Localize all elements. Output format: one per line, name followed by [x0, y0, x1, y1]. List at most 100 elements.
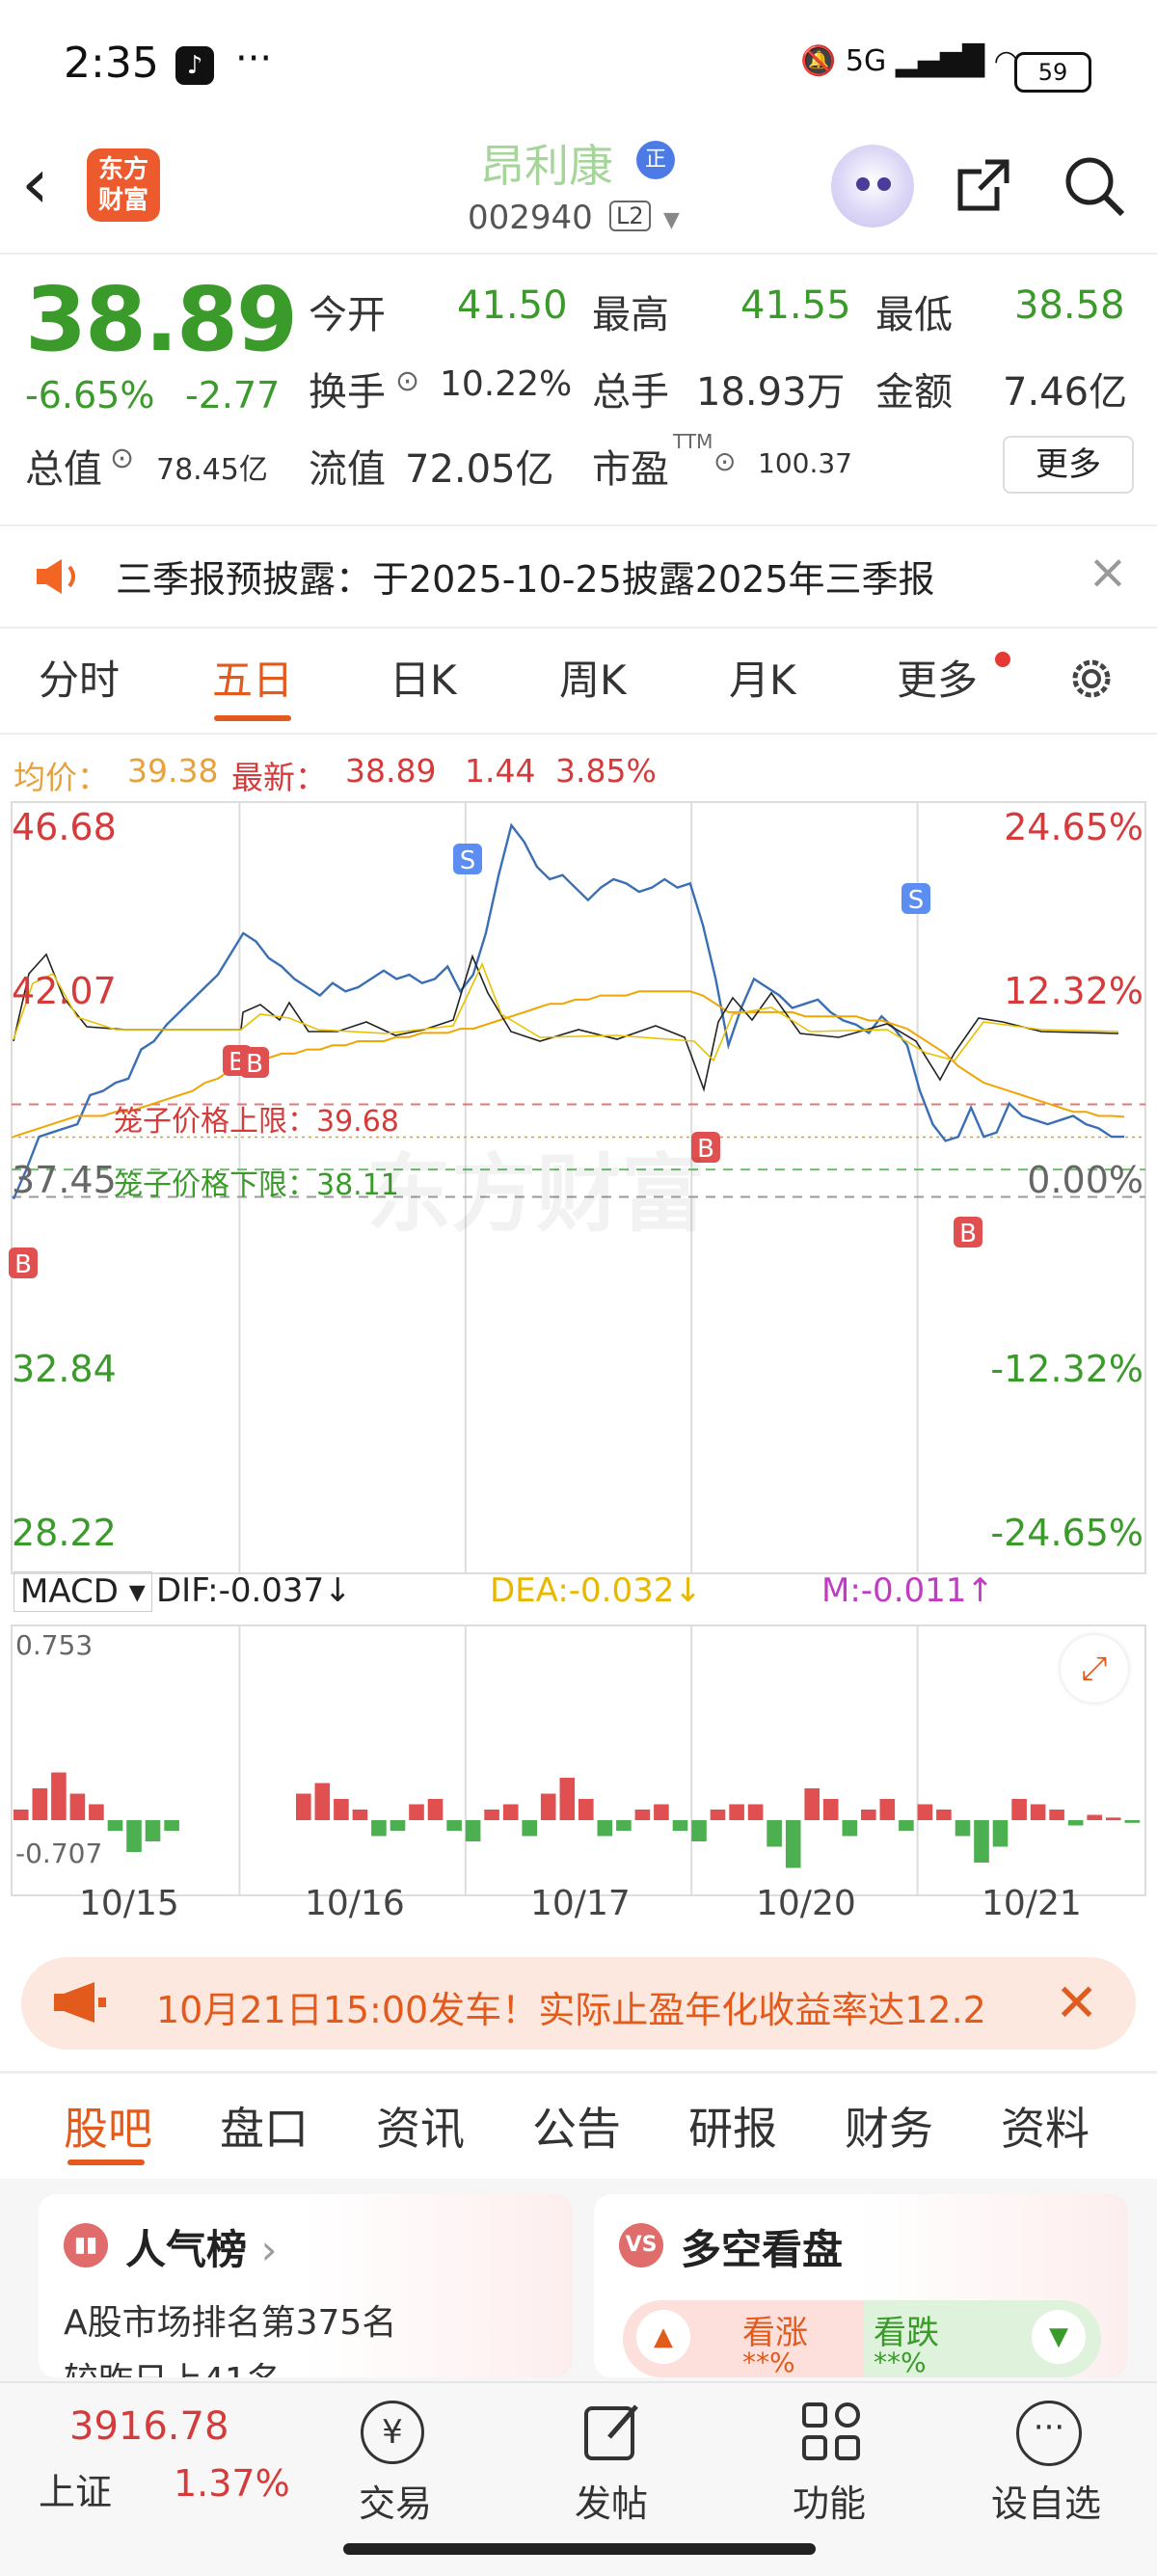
bull-bear-card[interactable]: VS 多空看盘 ▲ 看涨 **% 看跌 **% ▼	[594, 2194, 1128, 2377]
chart-bars-icon: ▮▮	[64, 2223, 108, 2267]
macd-bar	[465, 1820, 481, 1841]
tab-daily-k[interactable]: 日K	[390, 648, 457, 707]
tab-monthly-k[interactable]: 月K	[729, 648, 796, 707]
rank-text: A股市场排名第375名	[64, 2303, 397, 2343]
macd-selector[interactable]: MACD ▾	[13, 1571, 152, 1612]
info-icon[interactable]: ⊙	[713, 445, 736, 477]
avg-value: 39.38	[127, 752, 219, 790]
macd-bar	[296, 1793, 311, 1820]
share-icon[interactable]	[953, 154, 1014, 216]
back-button[interactable]: ‹	[21, 148, 49, 218]
subtab-finance[interactable]: 财务	[845, 2094, 933, 2158]
chevron-down-icon[interactable]: ▼	[663, 208, 680, 232]
vote-down-value: **%	[874, 2347, 927, 2377]
macd-bar	[371, 1820, 387, 1837]
signal-icons: 🔕 5G ▂▄▆█ ◠	[800, 44, 1019, 78]
search-icon[interactable]	[1061, 152, 1128, 220]
open-label: 今开	[309, 293, 386, 337]
vote-up-value: **%	[742, 2347, 795, 2377]
battery-icon: 59	[1014, 52, 1091, 93]
macd-bar	[484, 1810, 499, 1820]
expand-icon[interactable]: ⤢	[1061, 1635, 1128, 1703]
tab-weekly-k[interactable]: 周K	[559, 648, 627, 707]
macd-bar	[1049, 1810, 1064, 1820]
tab-more[interactable]: 更多	[897, 648, 978, 707]
app-logo[interactable]: 东方 财富	[87, 148, 160, 222]
macd-bar	[804, 1788, 820, 1820]
more-button[interactable]: 更多	[1003, 436, 1134, 494]
status-badge: 正	[636, 141, 675, 179]
tab-intraday[interactable]: 分时	[39, 648, 120, 707]
info-icon[interactable]: ⊙	[110, 442, 134, 475]
close-icon[interactable]: ×	[1088, 544, 1128, 600]
subtab-orderbook[interactable]: 盘口	[220, 2094, 309, 2158]
date-label: 10/20	[756, 1884, 856, 1923]
clock: 2:35	[64, 39, 159, 88]
nav-add-watchlist[interactable]: 设自选	[991, 2474, 1101, 2527]
index-name[interactable]: 上证	[39, 2462, 112, 2515]
macd-bar	[69, 1793, 86, 1820]
nav-trade[interactable]: 交易	[359, 2474, 432, 2527]
vote-down-button[interactable]: 看跌 **% ▼	[864, 2300, 1101, 2377]
macd-bar	[1105, 1817, 1121, 1821]
vote-up-button[interactable]: ▲ 看涨 **%	[623, 2300, 864, 2377]
stock-name: 昂利康	[480, 140, 613, 192]
nav-functions[interactable]: 功能	[793, 2474, 866, 2527]
y-tick-right-3: -12.32%	[990, 1348, 1144, 1390]
sell-marker-label: S	[908, 886, 925, 915]
subtab-research[interactable]: 研报	[688, 2094, 777, 2158]
macd-bar	[974, 1820, 989, 1863]
date-label: 10/16	[305, 1884, 405, 1923]
vs-icon: VS	[619, 2223, 663, 2267]
y-tick-right-4: -24.65%	[990, 1512, 1144, 1554]
y-tick-left-0: 46.68	[12, 806, 117, 848]
tab-five-day[interactable]: 五日	[212, 648, 293, 707]
macd-bar	[672, 1820, 688, 1831]
index-percent[interactable]: 1.37%	[174, 2462, 290, 2505]
pe-label: 市盈	[592, 447, 669, 492]
index-value[interactable]: 3916.78	[69, 2404, 229, 2449]
close-icon[interactable]: ✕	[1055, 1972, 1098, 2033]
macd-bar	[729, 1804, 744, 1820]
macd-bar	[899, 1820, 914, 1831]
gear-icon[interactable]	[1064, 652, 1118, 706]
amount-label: 金额	[875, 370, 953, 415]
subtab-announcements[interactable]: 公告	[532, 2094, 621, 2158]
date-label: 10/15	[79, 1884, 179, 1923]
more-circle-icon[interactable]: ···	[1016, 2401, 1082, 2466]
macd-bar	[1011, 1799, 1027, 1820]
macd-bar	[710, 1810, 726, 1820]
nav-post[interactable]: 发帖	[575, 2474, 648, 2527]
macd-bar	[107, 1820, 123, 1831]
info-icon[interactable]: ⊙	[395, 364, 419, 398]
active-subtab-indicator	[67, 2160, 145, 2165]
y-tick-right-1: 12.32%	[1004, 970, 1144, 1012]
macd-bar	[822, 1799, 839, 1820]
macd-bar	[917, 1804, 933, 1820]
yen-icon[interactable]: ¥	[361, 2401, 424, 2464]
popularity-card[interactable]: ▮▮ 人气榜 › A股市场排名第375名 较昨日上41名	[39, 2194, 573, 2377]
subtab-news[interactable]: 资讯	[376, 2094, 465, 2158]
speaker-icon	[37, 559, 75, 594]
macd-bar	[879, 1799, 896, 1820]
cage-lower-label: 笼子价格下限：38.11	[114, 1168, 399, 1202]
notice-bar[interactable]: 三季报预披露：于2025-10-25披露2025年三季报 ×	[0, 524, 1157, 629]
assistant-robot-icon[interactable]	[831, 145, 914, 228]
subtab-profile[interactable]: 资料	[1001, 2094, 1090, 2158]
macd-bar	[502, 1804, 519, 1820]
mktcap-value: 78.45亿	[156, 453, 268, 487]
five-day-chart[interactable]: BB BSBSB	[0, 791, 1157, 1899]
grid-apps-icon[interactable]	[800, 2401, 862, 2462]
turnover-label: 换手	[309, 370, 386, 415]
amount-value: 7.46亿	[1003, 370, 1128, 415]
macd-bar	[446, 1820, 462, 1831]
macd-bar	[352, 1810, 368, 1820]
macd-bar	[654, 1804, 669, 1820]
macd-bar	[1124, 1820, 1141, 1823]
level2-badge[interactable]: L2	[609, 201, 651, 231]
subtab-forum[interactable]: 股吧	[64, 2094, 152, 2158]
latest-volume: 1.44	[465, 752, 536, 790]
promo-banner[interactable]: 10月21日15:00发车！实际止盈年化收益率达12.2 ✕	[21, 1957, 1136, 2050]
edit-icon[interactable]	[582, 2401, 644, 2462]
macd-bar	[540, 1793, 556, 1820]
